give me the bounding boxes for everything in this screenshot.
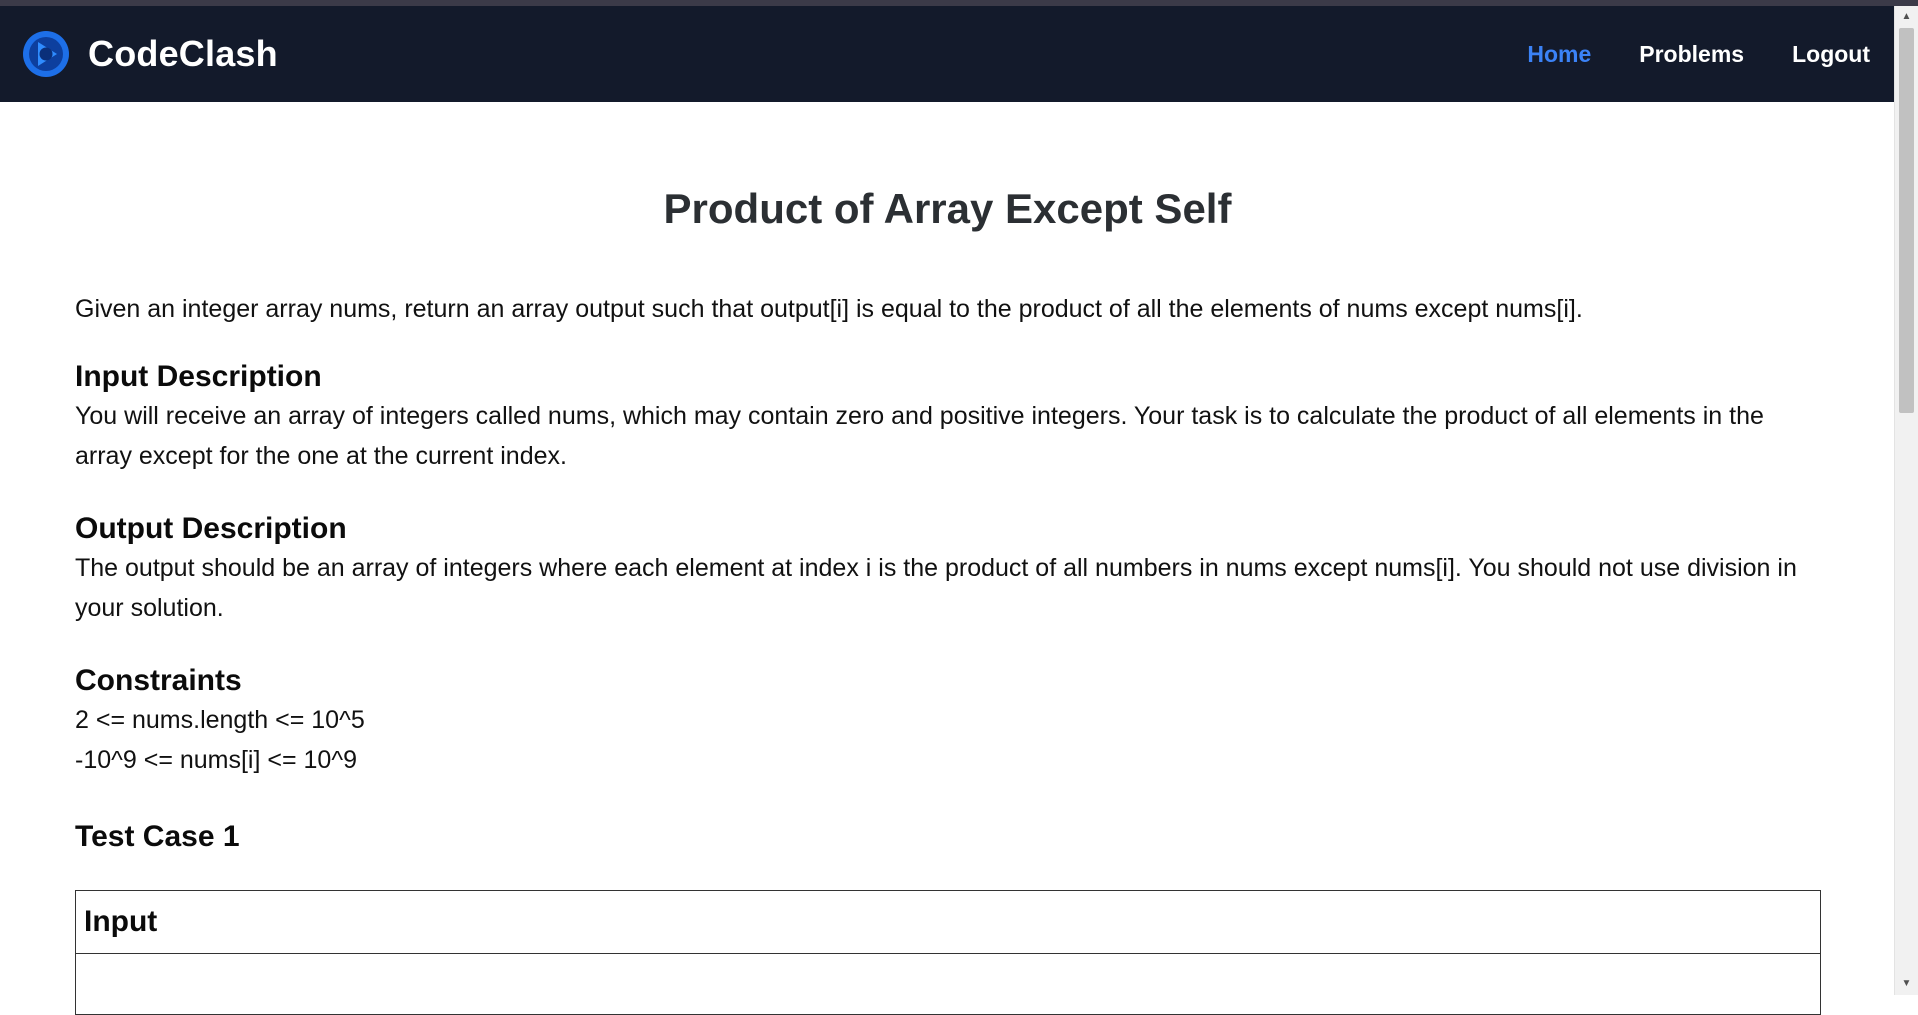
output-description-heading: Output Description	[75, 512, 347, 545]
brand-name: CodeClash	[88, 33, 278, 74]
problem-title: Product of Array Except Self	[663, 185, 1232, 232]
scroll-down-arrow-icon[interactable]: ▼	[1895, 975, 1918, 993]
constraint-line: 2 <= nums.length <= 10^5	[75, 706, 365, 734]
nav-logout-link[interactable]: Logout	[1792, 41, 1870, 68]
constraints-section: Constraints 2 <= nums.length <= 10^5 -10…	[75, 662, 1820, 780]
input-description-text: You will receive an array of integers ca…	[75, 402, 1764, 470]
test-case-table: Input	[75, 890, 1821, 1015]
scroll-thumb[interactable]	[1899, 28, 1914, 413]
nav-home-link[interactable]: Home	[1527, 41, 1591, 68]
nav-links: Home Problems Logout	[1479, 41, 1870, 68]
test-case-input-body	[76, 954, 1820, 1014]
test-case-input-label: Input	[76, 891, 1820, 954]
constraint-line: -10^9 <= nums[i] <= 10^9	[75, 746, 357, 774]
output-description-text: The output should be an array of integer…	[75, 554, 1797, 622]
navbar: CodeClash Home Problems Logout	[0, 6, 1894, 102]
input-description-section: Input Description You will receive an ar…	[75, 358, 1820, 476]
input-description-heading: Input Description	[75, 360, 322, 393]
problem-content: Product of Array Except Self Given an in…	[75, 102, 1821, 1015]
codeclash-logo-icon	[23, 31, 69, 77]
constraints-heading: Constraints	[75, 664, 242, 697]
output-description-section: Output Description The output should be …	[75, 510, 1820, 628]
test-case-heading: Test Case 1	[75, 820, 240, 853]
brand[interactable]: CodeClash	[22, 30, 278, 78]
scroll-up-arrow-icon[interactable]: ▲	[1895, 8, 1918, 26]
problem-statement: Given an integer array nums, return an a…	[75, 295, 1583, 323]
nav-problems-link[interactable]: Problems	[1639, 41, 1744, 68]
vertical-scrollbar[interactable]: ▲ ▼	[1894, 6, 1918, 995]
